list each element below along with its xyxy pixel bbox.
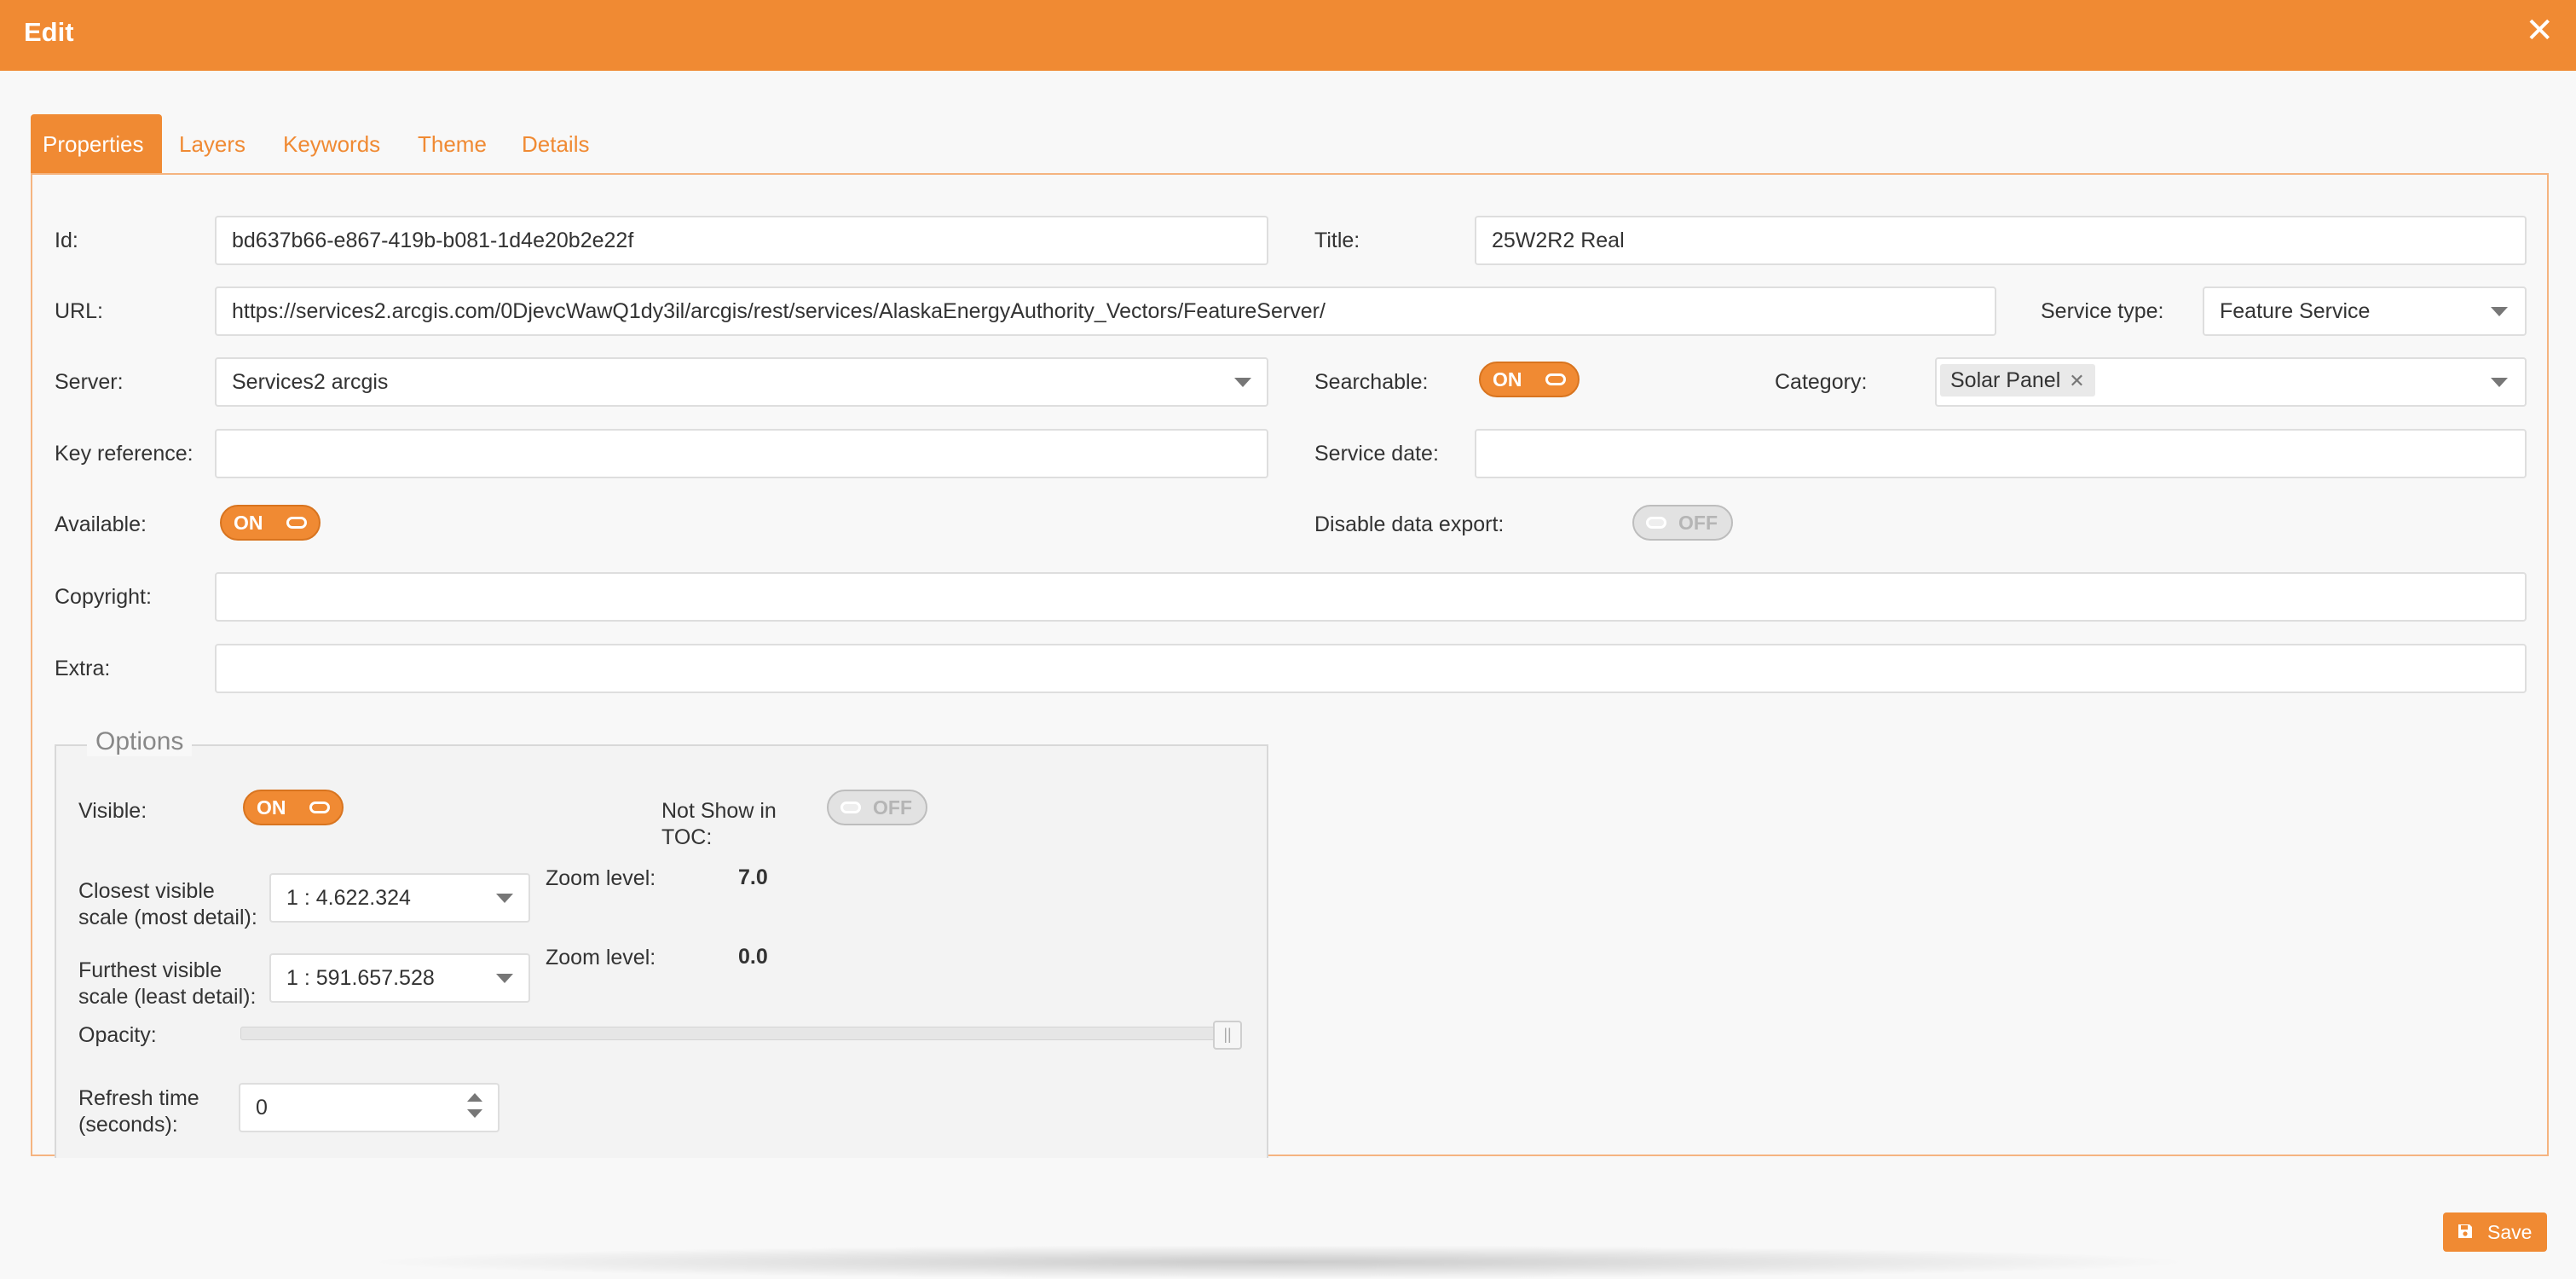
furthest-scale-value: 1 : 591.657.528 <box>286 966 435 990</box>
not-show-toc-toggle[interactable]: OFF <box>827 790 927 825</box>
refresh-label-1: Refresh time <box>78 1086 199 1110</box>
toggle-state: OFF <box>1678 512 1718 534</box>
chevron-down-icon[interactable] <box>496 974 513 983</box>
toggle-knob-icon <box>309 802 330 813</box>
toggle-state: ON <box>1493 368 1522 391</box>
tab-details[interactable]: Details <box>510 114 601 174</box>
dialog-title: Edit <box>24 17 74 47</box>
disable-export-label: Disable data export: <box>1314 512 1505 536</box>
close-icon[interactable]: ✕ <box>2525 14 2554 48</box>
furthest-scale-label-1: Furthest visible <box>78 958 222 982</box>
disable-export-toggle[interactable]: OFF <box>1632 505 1733 541</box>
furthest-zoom-value: 0.0 <box>738 945 768 969</box>
not-show-toc-label-2: TOC: <box>661 825 713 849</box>
available-label: Available: <box>55 512 147 536</box>
refresh-value: 0 <box>256 1096 268 1120</box>
toggle-knob-icon <box>286 517 307 529</box>
opacity-slider[interactable] <box>240 1027 1238 1040</box>
closest-scale-value: 1 : 4.622.324 <box>286 886 411 910</box>
refresh-label-2: (seconds): <box>78 1113 178 1137</box>
slider-handle-icon[interactable]: || <box>1213 1021 1242 1050</box>
searchable-toggle[interactable]: ON <box>1479 362 1580 397</box>
furthest-zoom-label: Zoom level: <box>546 946 656 969</box>
dialog-title-bar: Edit ✕ <box>0 0 2576 71</box>
opacity-label: Opacity: <box>78 1023 157 1047</box>
chevron-down-icon[interactable] <box>2491 307 2508 316</box>
tab-properties[interactable]: Properties <box>31 114 162 174</box>
service-date-label: Service date: <box>1314 442 1439 466</box>
server-select[interactable]: Services2 arcgis <box>215 357 1268 407</box>
options-legend: Options <box>87 727 193 756</box>
category-chip: Solar Panel ✕ <box>1940 364 2095 396</box>
server-value: Services2 arcgis <box>232 370 389 394</box>
closest-scale-select[interactable]: 1 : 4.622.324 <box>269 873 530 923</box>
closest-zoom-label: Zoom level: <box>546 866 656 890</box>
refresh-stepper[interactable]: 0 <box>239 1083 500 1132</box>
id-label: Id: <box>55 229 78 252</box>
title-label: Title: <box>1314 229 1360 252</box>
stepper-up-icon[interactable] <box>467 1093 482 1102</box>
service-type-value: Feature Service <box>2220 299 2371 323</box>
visible-label: Visible: <box>78 799 147 823</box>
server-label: Server: <box>55 370 124 394</box>
toggle-state: ON <box>234 512 263 534</box>
service-date-field[interactable] <box>1475 429 2527 478</box>
toggle-knob-icon <box>1646 517 1666 529</box>
chevron-down-icon[interactable] <box>496 894 513 903</box>
url-field[interactable]: https://services2.arcgis.com/0DjevcWawQ1… <box>215 286 1996 336</box>
tab-theme[interactable]: Theme <box>406 114 499 174</box>
tab-layers[interactable]: Layers <box>167 114 257 174</box>
available-toggle[interactable]: ON <box>220 505 321 541</box>
copyright-field[interactable] <box>215 572 2527 622</box>
not-show-toc-label-1: Not Show in <box>661 799 777 823</box>
closest-zoom-value: 7.0 <box>738 865 768 889</box>
url-label: URL: <box>55 299 103 323</box>
category-label: Category: <box>1775 370 1868 394</box>
chevron-down-icon[interactable] <box>1234 378 1251 387</box>
service-type-select[interactable]: Feature Service <box>2203 286 2527 336</box>
extra-field[interactable] <box>215 644 2527 693</box>
furthest-scale-select[interactable]: 1 : 591.657.528 <box>269 953 530 1003</box>
stepper-down-icon[interactable] <box>467 1109 482 1118</box>
key-reference-label: Key reference: <box>55 442 193 466</box>
copyright-label: Copyright: <box>55 585 152 609</box>
title-field[interactable]: 25W2R2 Real <box>1475 216 2527 265</box>
save-icon <box>2458 1224 2472 1238</box>
save-button[interactable]: Save <box>2443 1212 2547 1252</box>
toggle-state: OFF <box>873 796 912 819</box>
id-field[interactable]: bd637b66-e867-419b-b081-1d4e20b2e22f <box>215 216 1268 265</box>
closest-scale-label-1: Closest visible <box>78 879 215 903</box>
extra-label: Extra: <box>55 657 111 680</box>
searchable-label: Searchable: <box>1314 370 1429 394</box>
footer-shadow <box>358 1245 2199 1279</box>
category-chip-label: Solar Panel <box>1950 368 2061 392</box>
toggle-knob-icon <box>840 802 861 813</box>
key-reference-field[interactable] <box>215 429 1268 478</box>
remove-chip-icon[interactable]: ✕ <box>2069 370 2084 391</box>
tab-keywords[interactable]: Keywords <box>271 114 392 174</box>
visible-toggle[interactable]: ON <box>243 790 344 825</box>
furthest-scale-label-2: scale (least detail): <box>78 985 257 1009</box>
service-type-label: Service type: <box>2041 299 2164 323</box>
save-label: Save <box>2487 1221 2533 1243</box>
closest-scale-label-2: scale (most detail): <box>78 906 257 929</box>
toggle-knob-icon <box>1545 373 1566 385</box>
toggle-state: ON <box>257 796 286 819</box>
chevron-down-icon[interactable] <box>2491 378 2508 387</box>
